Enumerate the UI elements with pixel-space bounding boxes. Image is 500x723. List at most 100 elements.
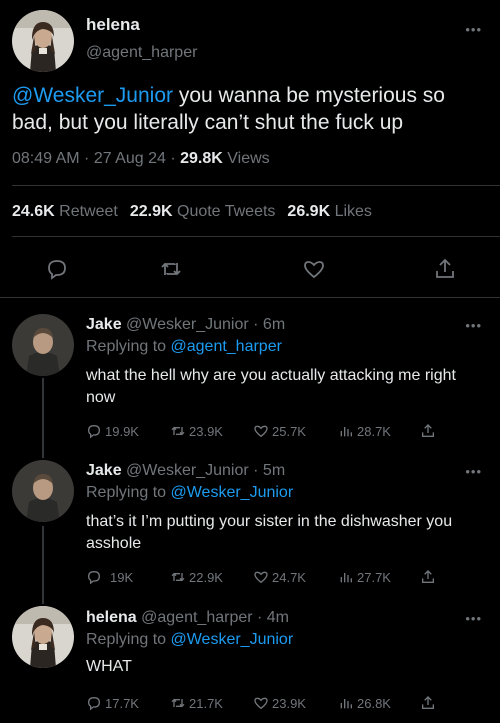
display-name[interactable]: helena xyxy=(86,15,140,35)
reply-text: what the hell why are you actually attac… xyxy=(86,367,456,406)
views-icon xyxy=(340,573,352,583)
reply-actions: 19K 22.9K 24.7K 27.7K xyxy=(86,566,486,588)
reply-icon xyxy=(87,424,101,439)
thread-line xyxy=(42,526,44,592)
views-button[interactable]: 27.7K xyxy=(338,566,391,588)
display-name[interactable]: Jake xyxy=(86,462,122,479)
views-button[interactable]: 26.8K xyxy=(338,692,391,714)
thread-line xyxy=(42,378,44,446)
divider xyxy=(12,185,500,186)
more-icon[interactable]: ••• xyxy=(465,464,482,479)
retweet-count: 22.9K xyxy=(189,569,223,585)
reply-tweet[interactable]: helena @agent_harper · 4m ••• Replying t… xyxy=(0,592,500,723)
retweet-count: 23.9K xyxy=(189,423,223,439)
views-icon xyxy=(340,699,352,709)
reply-text: that’s it I’m putting your sister in the… xyxy=(86,513,453,552)
quote-count: 22.9K xyxy=(129,203,173,220)
retweet-icon xyxy=(171,698,185,708)
replying-prefix: Replying to xyxy=(86,338,171,355)
reply-button[interactable]: 19K xyxy=(86,566,133,588)
reply-icon xyxy=(87,570,101,585)
share-icon xyxy=(422,696,434,709)
reply-header: helena @agent_harper · 4m xyxy=(86,609,289,627)
views-count: 28.7K xyxy=(357,423,391,439)
reply-count: 19.9K xyxy=(105,423,139,439)
like-button[interactable]: 24.7K xyxy=(253,566,306,588)
avatar[interactable] xyxy=(12,10,74,72)
like-count: 25.7K xyxy=(272,423,306,439)
reply-tweet[interactable]: Jake @Wesker_Junior · 6m ••• Replying to… xyxy=(0,298,500,446)
handle[interactable]: @agent_harper xyxy=(86,44,197,62)
mention-link[interactable]: @Wesker_Junior xyxy=(12,84,173,107)
reply-header: Jake @Wesker_Junior · 5m xyxy=(86,462,285,480)
avatar[interactable] xyxy=(12,606,74,668)
replying-to-link[interactable]: @Wesker_Junior xyxy=(171,631,294,648)
likes-stat[interactable]: 26.9K Likes xyxy=(287,203,372,220)
share-icon xyxy=(422,424,434,437)
more-icon[interactable]: ••• xyxy=(465,318,482,333)
handle-time: @Wesker_Junior · 5m xyxy=(121,462,286,479)
timestamp: 08:49 AM · 27 Aug 24 · xyxy=(12,150,181,167)
reply-count: 17.7K xyxy=(105,695,139,711)
views-button[interactable]: 28.7K xyxy=(338,420,391,442)
reply-actions: 17.7K 21.7K 23.9K 26.8K xyxy=(86,692,486,714)
display-name[interactable]: Jake xyxy=(86,316,122,333)
share-button[interactable] xyxy=(420,692,436,714)
like-icon xyxy=(254,425,268,438)
like-icon[interactable] xyxy=(299,254,329,284)
retweet-icon xyxy=(171,426,185,436)
handle-time: @Wesker_Junior · 6m xyxy=(121,316,286,333)
more-icon[interactable]: ••• xyxy=(465,611,482,626)
replying-to-link[interactable]: @agent_harper xyxy=(171,338,282,355)
avatar[interactable] xyxy=(12,314,74,376)
main-tweet: helena @agent_harper ••• @Wesker_Junior … xyxy=(0,0,500,298)
share-icon xyxy=(422,570,434,583)
retweet-button[interactable]: 23.9K xyxy=(170,420,223,442)
like-icon xyxy=(254,571,268,584)
more-icon[interactable]: ••• xyxy=(465,22,482,37)
reply-button[interactable]: 19.9K xyxy=(86,420,139,442)
quote-stat[interactable]: 22.9K Quote Tweets xyxy=(130,203,276,220)
like-count: 24.7K xyxy=(272,569,306,585)
reply-count: 19K xyxy=(110,569,134,585)
retweet-button[interactable]: 21.7K xyxy=(170,692,223,714)
reply-tweet[interactable]: Jake @Wesker_Junior · 5m ••• Replying to… xyxy=(0,446,500,592)
retweet-stat[interactable]: 24.6K Retweet xyxy=(12,203,118,220)
reply-icon[interactable] xyxy=(42,254,72,284)
replying-prefix: Replying to xyxy=(86,484,171,501)
reply-header: Jake @Wesker_Junior · 6m xyxy=(86,316,285,334)
views-count: 29.8K xyxy=(180,150,223,167)
share-icon[interactable] xyxy=(430,254,460,284)
retweet-button[interactable]: 22.9K xyxy=(170,566,223,588)
share-button[interactable] xyxy=(420,420,436,442)
replying-to: Replying to @Wesker_Junior xyxy=(86,484,293,502)
like-button[interactable]: 23.9K xyxy=(253,692,306,714)
likes-count: 26.9K xyxy=(287,203,331,220)
views-label: Views xyxy=(222,150,270,167)
replying-prefix: Replying to xyxy=(86,631,171,648)
replying-to: Replying to @Wesker_Junior xyxy=(86,631,293,649)
avatar[interactable] xyxy=(12,460,74,522)
views-count: 27.7K xyxy=(357,569,391,585)
retweet-icon[interactable] xyxy=(156,254,186,284)
retweet-count: 24.6K xyxy=(12,203,55,220)
like-icon xyxy=(254,697,268,710)
quote-label: Quote Tweets xyxy=(172,203,276,220)
thread-line xyxy=(42,592,44,604)
views-count: 26.8K xyxy=(357,695,391,711)
likes-label: Likes xyxy=(330,203,372,220)
like-button[interactable]: 25.7K xyxy=(253,420,306,442)
like-count: 23.9K xyxy=(272,695,306,711)
share-button[interactable] xyxy=(420,566,436,588)
retweet-count: 21.7K xyxy=(189,695,223,711)
retweet-label: Retweet xyxy=(54,203,118,220)
tweet-meta: 08:49 AM · 27 Aug 24 · 29.8K Views xyxy=(12,150,270,168)
retweet-icon xyxy=(171,572,185,582)
display-name[interactable]: helena xyxy=(86,609,137,626)
replying-to-link[interactable]: @Wesker_Junior xyxy=(171,484,294,501)
tweet-text: @Wesker_Junior you wanna be mysterious s… xyxy=(12,82,490,136)
reply-button[interactable]: 17.7K xyxy=(86,692,139,714)
engagement-stats: 24.6K Retweet 22.9K Quote Tweets 26.9K Lik… xyxy=(12,203,372,221)
handle-time: @agent_harper · 4m xyxy=(136,609,290,626)
reply-icon xyxy=(87,696,101,711)
